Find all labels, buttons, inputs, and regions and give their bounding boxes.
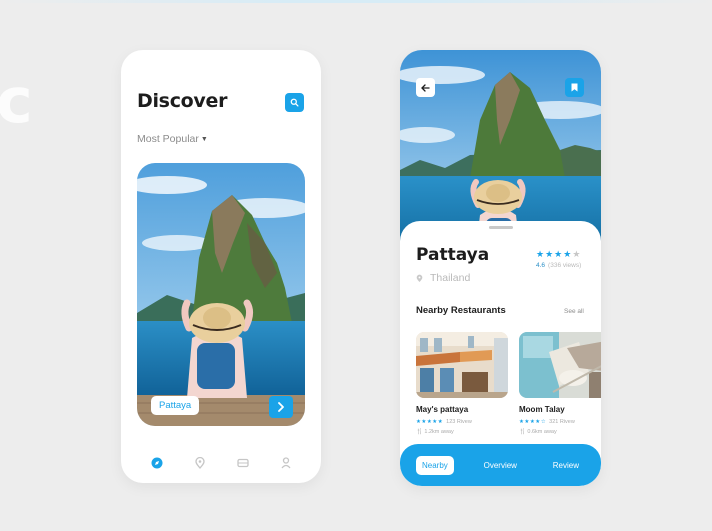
tab-review[interactable]: Review xyxy=(547,456,585,475)
restaurant-name: Moom Talay xyxy=(519,405,565,414)
star-icon: ★ xyxy=(545,249,555,259)
rating-views: (336 views) xyxy=(548,262,582,269)
section-title: Nearby Restaurants xyxy=(416,305,506,316)
rating-stars: ★★★★★ xyxy=(536,249,581,260)
rating-score: 4.6 (336 views) xyxy=(536,262,581,269)
sheet-grabber[interactable] xyxy=(489,226,513,229)
place-country: Thailand xyxy=(416,272,470,284)
restaurant-name: May's pattaya xyxy=(416,405,469,414)
destination-card[interactable]: Pattaya xyxy=(137,163,305,426)
star-icon: ★ xyxy=(536,249,546,259)
bookmark-button[interactable] xyxy=(565,78,584,97)
tab-nearby[interactable]: Nearby xyxy=(416,455,454,475)
restaurant-photo xyxy=(416,332,508,398)
tab-overview[interactable]: Overview xyxy=(478,456,523,475)
discover-screen: Discover Most Popular ▼ Pattaya xyxy=(121,50,321,483)
detail-tabbar: Nearby Overview Review xyxy=(400,444,601,486)
destination-photo xyxy=(137,163,305,426)
search-icon xyxy=(290,98,299,107)
filter-label: Most Popular xyxy=(137,133,199,145)
star-empty-icon: ★ xyxy=(572,249,582,259)
chevron-right-icon xyxy=(278,402,284,412)
restaurant-photo xyxy=(519,332,601,398)
open-destination-button[interactable] xyxy=(269,396,293,418)
location-pin-icon xyxy=(416,274,423,282)
filter-dropdown[interactable]: Most Popular ▼ xyxy=(137,133,208,145)
search-button[interactable] xyxy=(285,93,304,112)
ticket-icon[interactable] xyxy=(236,456,250,470)
location-pin-icon[interactable] xyxy=(193,456,207,470)
review-count: 321 Rivew xyxy=(549,419,575,425)
distance-text: 0.6km away xyxy=(527,429,557,435)
review-count: 123 Rivew xyxy=(446,419,472,425)
star-icon: ★ xyxy=(563,249,573,259)
destination-name-tag: Pattaya xyxy=(151,396,200,415)
restaurant-reviews: ★★★★★ 123 Rivew xyxy=(416,419,472,425)
rating-stars-small: ★★★★☆ xyxy=(519,419,547,425)
ghost-decoration: c xyxy=(0,64,33,137)
see-all-link[interactable]: See all xyxy=(564,308,584,315)
country-name: Thailand xyxy=(430,272,471,284)
back-button[interactable] xyxy=(416,78,435,97)
star-icon: ★ xyxy=(554,249,564,259)
distance-text: 1.2km away xyxy=(424,429,454,435)
page-title: Discover xyxy=(137,90,228,112)
profile-icon[interactable] xyxy=(279,456,293,470)
top-strip xyxy=(0,0,712,3)
arrow-left-icon xyxy=(421,83,430,92)
restaurant-distance: 🍴 1.2km away xyxy=(416,429,454,435)
detail-screen: Pattaya Thailand ★★★★★ 4.6 (336 views) Ne… xyxy=(400,50,601,486)
rating-value: 4.6 xyxy=(536,262,546,269)
rating-stars-small: ★★★★★ xyxy=(416,419,444,425)
bottom-nav xyxy=(121,442,321,483)
restaurant-distance: 🍴 0.6km away xyxy=(519,429,557,435)
place-title: Pattaya xyxy=(416,245,490,265)
bookmark-icon xyxy=(571,83,578,92)
restaurant-card[interactable]: Moom Talay ★★★★☆ 321 Rivew 🍴 0.6km away xyxy=(519,332,601,435)
restaurant-reviews: ★★★★☆ 321 Rivew xyxy=(519,419,575,425)
caret-down-icon: ▼ xyxy=(200,136,208,143)
restaurant-card[interactable]: May's pattaya ★★★★★ 123 Rivew 🍴 1.2km awa… xyxy=(416,332,508,435)
compass-icon[interactable] xyxy=(150,456,164,470)
